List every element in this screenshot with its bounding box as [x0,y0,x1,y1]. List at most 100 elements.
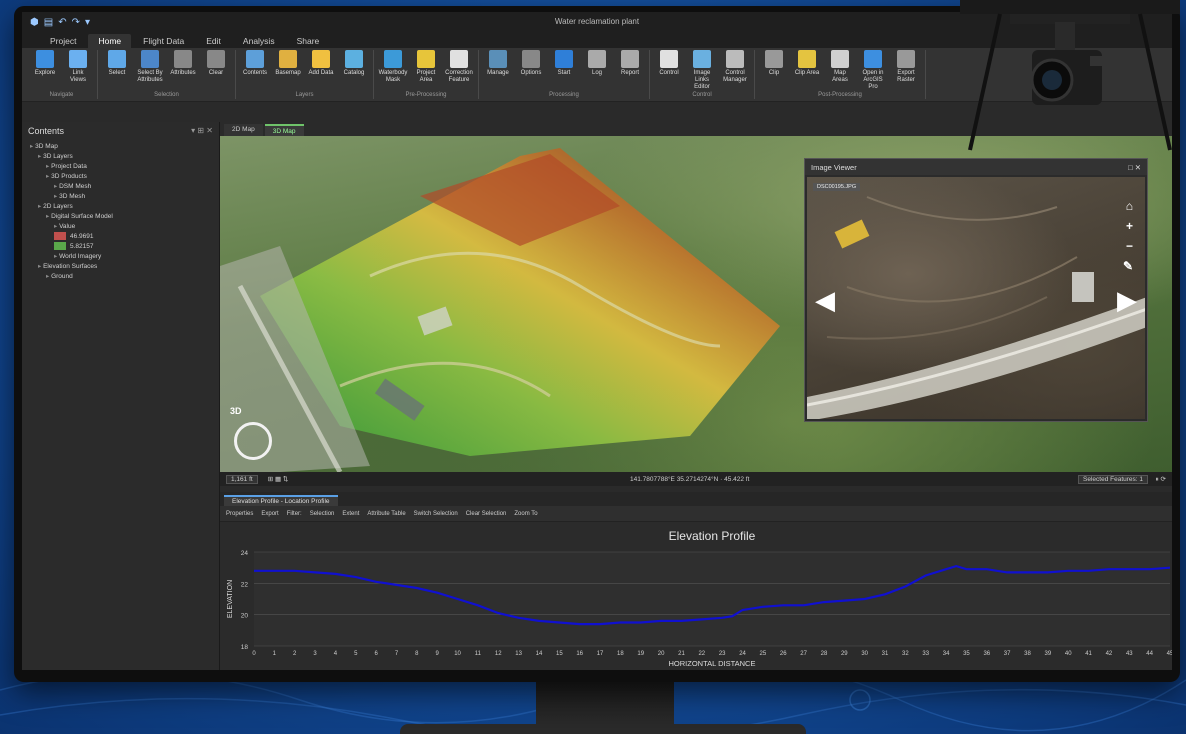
x-tick-label: 6 [374,651,378,657]
selected-features-badge[interactable]: Selected Features: 1 [1078,474,1148,484]
control-manager-button[interactable]: Control Manager [721,50,749,84]
select-button[interactable]: Select [103,50,131,77]
manage-button[interactable]: Manage [484,50,512,77]
tree-item[interactable]: ▸ Value [26,222,215,232]
tree-item[interactable]: ▸ 3D Layers [26,152,215,162]
start-button[interactable]: Start [550,50,578,77]
x-tick-label: 25 [760,651,767,657]
add-data-button[interactable]: Add Data [307,50,335,77]
scale-selector[interactable]: 1,161 ft [226,474,258,484]
tab-3d-map[interactable]: 3D Map [264,124,304,136]
ribbon-button-label: Waterbody Mask [378,70,408,83]
profile-toolbar: Properties Export Filter: Selection Extent At… [220,506,1172,522]
navigator-compass[interactable] [234,422,272,460]
explore-button[interactable]: Explore [31,50,59,77]
project-area-icon [417,50,435,68]
zoom-in-icon[interactable]: + [1126,219,1133,233]
home-icon[interactable]: ⌂ [1126,199,1133,213]
toolbar-zoom-to[interactable]: Zoom To [514,511,537,517]
toolbar-properties[interactable]: Properties [226,511,253,517]
x-tick-label: 17 [597,651,604,657]
ribbon-tab-project[interactable]: Project [40,34,86,48]
report-button[interactable]: Report [616,50,644,77]
catalog-button[interactable]: Catalog [340,50,368,77]
clip-button[interactable]: Clip [760,50,788,77]
ribbon-tab-share[interactable]: Share [287,34,330,48]
pane-controls[interactable]: ▾ ⊞ ✕ [191,126,213,136]
ribbon-button-label: Attributes [170,70,196,76]
tree-item[interactable]: ▸ World Imagery [26,252,215,262]
tree-item[interactable]: ▸ Elevation Surfaces [26,262,215,272]
tab-2d-map[interactable]: 2D Map [224,124,263,136]
tab-elevation-profile[interactable]: Elevation Profile - Location Profile [224,495,338,506]
x-tick-label: 31 [882,651,889,657]
pencil-icon[interactable]: ✎ [1123,259,1133,273]
x-tick-label: 18 [617,651,624,657]
toolbar-filter[interactable]: Filter: [287,511,302,517]
y-tick-label: 24 [241,550,249,557]
ribbon-tab-edit[interactable]: Edit [196,34,231,48]
toolbar-attribute-table[interactable]: Attribute Table [367,511,405,517]
ribbon-tab-home[interactable]: Home [88,34,132,48]
pause-refresh-icon[interactable]: ⏸ ⟳ [1155,475,1166,484]
image-viewer-title: Image Viewer [811,162,857,172]
viewer-window-controls[interactable]: □ ✕ [1128,163,1141,172]
image-links-editor-button[interactable]: Image Links Editor [688,50,716,91]
ribbon-tab-flight-data[interactable]: Flight Data [133,34,194,48]
tree-item[interactable]: ▸ DSM Mesh [26,182,215,192]
tree-item-label: 3D Layers [43,153,73,160]
toolbar-selection[interactable]: Selection [310,511,335,517]
x-tick-label: 32 [902,651,909,657]
tree-item[interactable]: ▸ 3D Map [26,142,215,152]
link-views-button[interactable]: Link Views [64,50,92,84]
clip-area-icon [798,50,816,68]
profile-tabs: Elevation Profile - Location Profile [220,492,1172,506]
contents-button[interactable]: Contents [241,50,269,77]
log-button[interactable]: Log [583,50,611,77]
tree-item[interactable]: ▸ Project Data [26,162,215,172]
tree-item[interactable]: ▸ 3D Products [26,172,215,182]
tree-item-label: Elevation Surfaces [43,263,98,270]
select-by-attributes-button[interactable]: Select By Attributes [136,50,164,84]
clip-area-button[interactable]: Clip Area [793,50,821,77]
correction-feature-button[interactable]: Correction Feature [445,50,473,84]
clip-icon [765,50,783,68]
x-tick-label: 11 [475,651,482,657]
log-icon [588,50,606,68]
basemap-button[interactable]: Basemap [274,50,302,77]
coordinate-value: 141.7807788°E 35.2714274°N [630,475,719,483]
map-areas-button[interactable]: Map Areas [826,50,854,84]
tree-item[interactable]: 5.82157 [26,242,215,252]
x-tick-label: 12 [495,651,502,657]
control-manager-icon [726,50,744,68]
explore-icon [36,50,54,68]
waterbody-mask-button[interactable]: Waterbody Mask [379,50,407,84]
tree-item[interactable]: ▸ Ground [26,272,215,282]
x-tick-label: 35 [963,651,970,657]
map-areas-icon [831,50,849,68]
toolbar-switch-selection[interactable]: Switch Selection [414,511,458,517]
control-button[interactable]: Control [655,50,683,77]
toolbar-export[interactable]: Export [261,511,278,517]
export-raster-button[interactable]: Export Raster [892,50,920,84]
open-in-arcgis-pro-button[interactable]: Open in ArcGIS Pro [859,50,887,91]
tree-item[interactable]: ▸ Digital Surface Model [26,212,215,222]
ribbon-tab-analysis[interactable]: Analysis [233,34,285,48]
tree-item[interactable]: 46.9691 [26,232,215,242]
attributes-button[interactable]: Attributes [169,50,197,77]
project-area-button[interactable]: Project Area [412,50,440,84]
clear-button[interactable]: Clear [202,50,230,77]
toolbar-extent[interactable]: Extent [342,511,359,517]
ribbon-button-label: Clip [768,70,780,76]
attributes-icon [174,50,192,68]
drone-photo[interactable]: DSC00195.JPG ⌂ + − ✎ ◀ ▶ [807,177,1145,419]
next-image-icon[interactable]: ▶ [1117,285,1137,316]
toolbar-clear-selection[interactable]: Clear Selection [466,511,507,517]
zoom-out-icon[interactable]: − [1126,239,1133,253]
tree-item[interactable]: ▸ 2D Layers [26,202,215,212]
status-tools-icon[interactable]: ⊞ ▦ ⇅ [268,475,289,483]
options-button[interactable]: Options [517,50,545,77]
x-tick-label: 44 [1146,651,1153,657]
previous-image-icon[interactable]: ◀ [815,285,835,316]
tree-item[interactable]: ▸ 3D Mesh [26,192,215,202]
